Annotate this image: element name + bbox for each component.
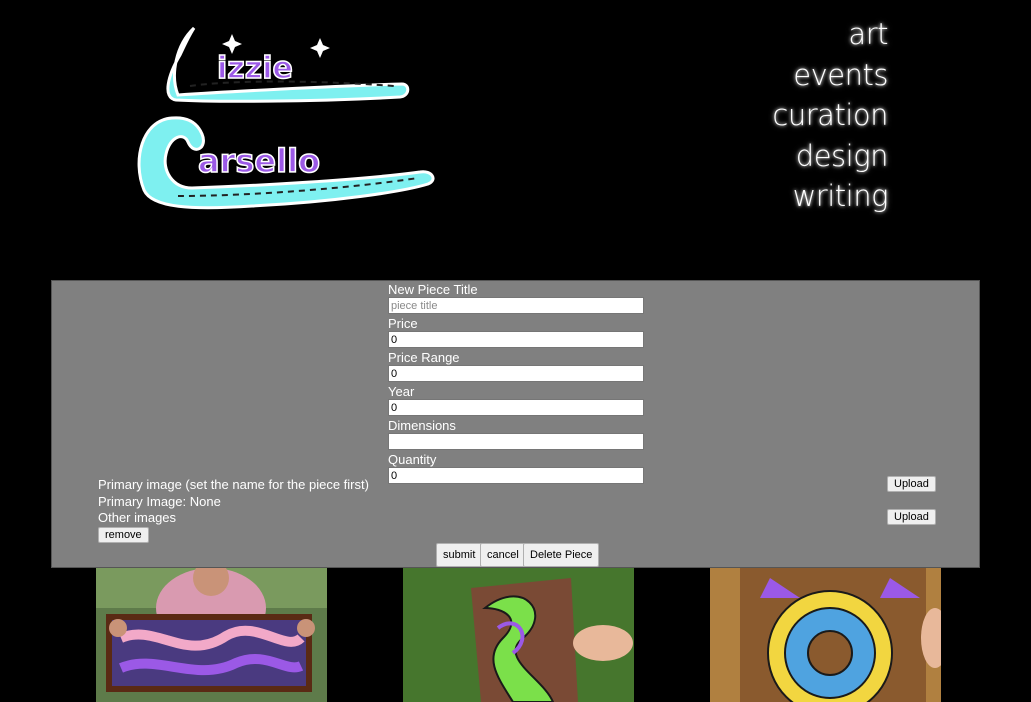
logo-line1-text: izzie — [217, 51, 293, 86]
nav-link-design[interactable]: design — [772, 136, 889, 177]
nav-link-art[interactable]: art — [772, 14, 888, 55]
cancel-button[interactable]: cancel — [480, 543, 526, 567]
main-nav: art events curation design writing — [772, 14, 888, 217]
nav-link-writing[interactable]: writing — [772, 176, 889, 217]
primary-image-upload-button[interactable]: Upload — [887, 476, 936, 492]
gallery-thumb-3[interactable] — [710, 568, 941, 702]
gallery-image-1 — [96, 568, 327, 702]
quantity-label: Quantity — [388, 452, 437, 467]
logo-line2-text: arsello — [198, 142, 320, 180]
site-logo[interactable]: izzie arsello — [132, 20, 442, 215]
price-label: Price — [388, 316, 418, 331]
other-images-label: Other images — [98, 510, 177, 525]
gallery-image-3 — [710, 568, 941, 702]
edit-piece-panel: New Piece Title Price Price Range Year D… — [51, 280, 980, 568]
gallery-thumb-2[interactable] — [403, 568, 634, 702]
piece-form-fields: New Piece Title Price Price Range Year D… — [388, 281, 644, 484]
price-range-label: Price Range — [388, 350, 460, 365]
gallery-image-2 — [403, 568, 634, 702]
price-range-input[interactable] — [388, 365, 644, 382]
other-images-upload-button[interactable]: Upload — [887, 509, 936, 525]
primary-image-status: Primary Image: None — [98, 494, 221, 509]
dimensions-label: Dimensions — [388, 418, 456, 433]
nav-link-curation[interactable]: curation — [772, 95, 888, 136]
price-input[interactable] — [388, 331, 644, 348]
title-label: New Piece Title — [388, 282, 478, 297]
gallery-thumb-1[interactable] — [96, 568, 327, 702]
title-input[interactable] — [388, 297, 644, 314]
year-label: Year — [388, 384, 415, 399]
primary-image-label: Primary image (set the name for the piec… — [98, 477, 369, 492]
submit-button[interactable]: submit — [436, 543, 483, 567]
remove-button[interactable]: remove — [98, 527, 149, 543]
year-input[interactable] — [388, 399, 644, 416]
nav-link-events[interactable]: events — [772, 55, 888, 96]
delete-piece-button[interactable]: Delete Piece — [523, 543, 600, 567]
dimensions-input[interactable] — [388, 433, 644, 450]
quantity-input[interactable] — [388, 467, 644, 484]
